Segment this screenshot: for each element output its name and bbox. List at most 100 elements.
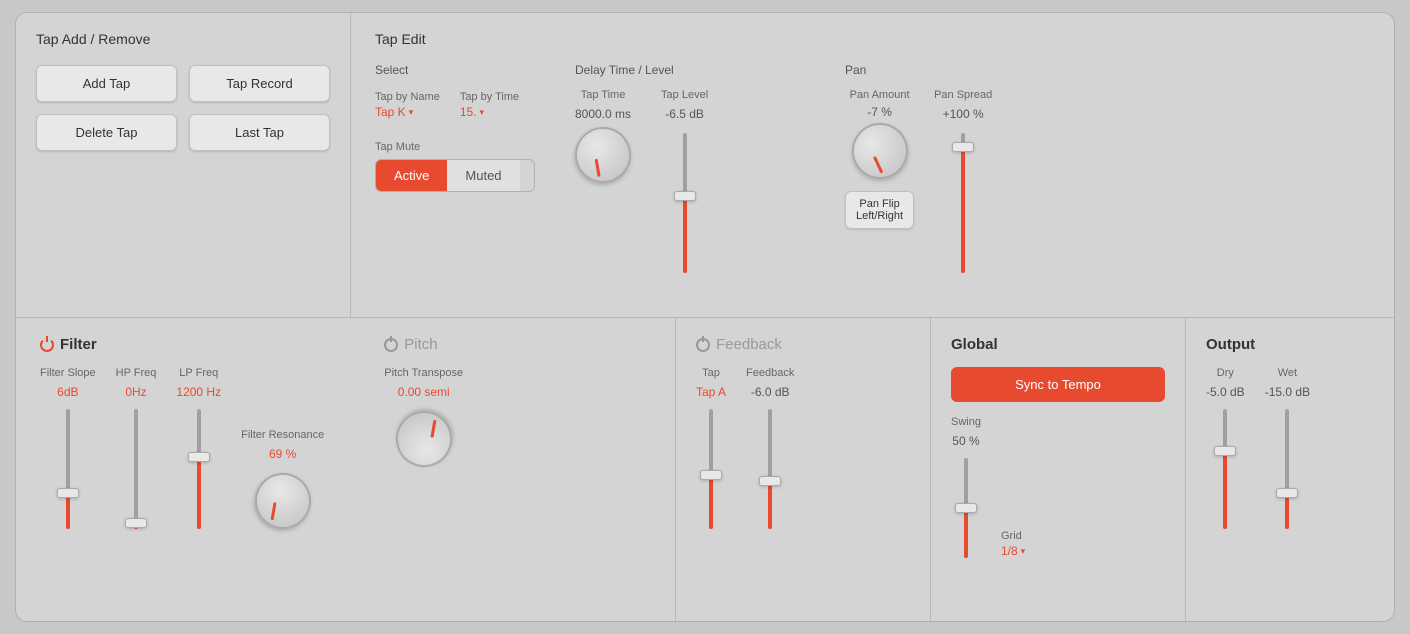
wet-thumb[interactable] [1276, 488, 1298, 498]
grid-arrow: ▾ [1021, 546, 1026, 557]
wet-control: Wet -15.0 dB [1265, 367, 1310, 529]
last-tap-button[interactable]: Last Tap [189, 114, 330, 151]
tap-level-slider-thumb[interactable] [674, 191, 696, 201]
global-panel: Global Sync to Tempo Swing 50 % Grid [931, 318, 1186, 621]
filter-slope-value: 6dB [57, 385, 78, 399]
feedback-title: Feedback [716, 336, 782, 353]
pitch-controls: Pitch Transpose 0.00 semi [384, 367, 463, 467]
dry-control: Dry -5.0 dB [1206, 367, 1245, 529]
pan-amount-label: Pan Amount [850, 89, 910, 101]
filter-resonance-knob[interactable] [244, 463, 320, 539]
filter-slope-control: Filter Slope 6dB [40, 367, 96, 529]
wet-label: Wet [1278, 367, 1297, 379]
filter-slope-thumb[interactable] [57, 488, 79, 498]
tap-by-time-arrow: ▾ [480, 107, 485, 118]
feedback-controls: Tap Tap A Feedback -6.0 dB [696, 367, 910, 529]
feedback-level-thumb[interactable] [759, 476, 781, 486]
wet-track[interactable] [1285, 409, 1289, 529]
pitch-subsection: Pitch Pitch Transpose 0.00 semi [384, 336, 463, 529]
tap-mute-label: Tap Mute [375, 141, 535, 153]
output-panel: Output Dry -5.0 dB Wet -15.0 dB [1186, 318, 1394, 621]
feedback-tap-track[interactable] [709, 409, 713, 529]
hp-freq-value: 0Hz [125, 385, 146, 399]
tap-level-value: -6.5 dB [665, 107, 704, 121]
swing-label: Swing [951, 416, 981, 428]
grid-label: Grid [1001, 530, 1025, 542]
active-toggle-button[interactable]: Active [376, 160, 447, 191]
pitch-title: Pitch [404, 336, 437, 353]
feedback-level-control: Feedback -6.0 dB [746, 367, 794, 529]
sync-to-tempo-button[interactable]: Sync to Tempo [951, 367, 1165, 402]
tap-record-button[interactable]: Tap Record [189, 65, 330, 102]
filter-resonance-value: 69 % [269, 447, 296, 461]
hp-freq-label: HP Freq [116, 367, 157, 379]
pitch-transpose-control: Pitch Transpose 0.00 semi [384, 367, 463, 467]
lp-freq-control: LP Freq 1200 Hz [176, 367, 221, 529]
select-section: Select Tap by Name Tap K ▾ Tap by Time [375, 63, 535, 192]
feedback-tap-label: Tap [702, 367, 720, 379]
feedback-tap-thumb[interactable] [700, 470, 722, 480]
hp-freq-track[interactable] [134, 409, 138, 529]
tap-level-slider-track[interactable] [683, 133, 687, 273]
pitch-transpose-label: Pitch Transpose [384, 367, 463, 379]
lp-freq-thumb[interactable] [188, 452, 210, 462]
feedback-header-row: Feedback [696, 336, 910, 353]
pan-amount-knob[interactable] [849, 121, 910, 182]
filter-resonance-control: Filter Resonance 69 % [241, 429, 324, 529]
tap-edit-panel: Tap Edit Select Tap by Name Tap K ▾ [351, 13, 1394, 317]
global-title: Global [951, 336, 1165, 353]
tap-level-label: Tap Level [661, 89, 708, 101]
tap-by-time-label: Tap by Time [460, 91, 519, 103]
pan-spread-value: +100 % [943, 107, 984, 121]
pitch-transpose-knob[interactable] [385, 401, 461, 477]
feedback-level-value: -6.0 dB [751, 385, 790, 399]
filter-title: Filter [60, 336, 97, 353]
tap-add-remove-buttons: Add Tap Tap Record Delete Tap Last Tap [36, 65, 330, 151]
pitch-transpose-value: 0.00 semi [398, 385, 450, 399]
grid-field: Grid 1/8 ▾ [1001, 530, 1025, 558]
add-tap-button[interactable]: Add Tap [36, 65, 177, 102]
tap-add-remove-panel: Tap Add / Remove Add Tap Tap Record Dele… [16, 13, 351, 317]
tap-by-name-arrow: ▾ [409, 107, 414, 118]
tap-mute-toggle: Active Muted [375, 159, 535, 192]
grid-value[interactable]: 1/8 ▾ [1001, 544, 1025, 558]
muted-toggle-button[interactable]: Muted [447, 160, 519, 191]
feedback-power-icon[interactable] [696, 338, 710, 352]
filter-pitch-panel: Filter Filter Slope 6dB HP Freq [16, 318, 676, 621]
tap-by-name-value[interactable]: Tap K ▾ [375, 105, 440, 119]
pan-section: Pan Pan Amount -7 % Pan Flip Left/Right … [845, 63, 1065, 273]
swing-thumb[interactable] [955, 503, 977, 513]
dry-track[interactable] [1223, 409, 1227, 529]
feedback-level-track[interactable] [768, 409, 772, 529]
pitch-header-row: Pitch [384, 336, 463, 353]
pan-spread-slider-track[interactable] [961, 133, 965, 273]
filter-subsection: Filter Filter Slope 6dB HP Freq [40, 336, 324, 529]
filter-controls: Filter Slope 6dB HP Freq 0Hz [40, 367, 324, 529]
pan-flip-button[interactable]: Pan Flip Left/Right [845, 191, 914, 229]
pan-controls-row: Pan Amount -7 % Pan Flip Left/Right Pan … [845, 89, 1065, 273]
main-container: Tap Add / Remove Add Tap Tap Record Dele… [15, 12, 1395, 622]
tap-time-value: 8000.0 ms [575, 107, 631, 121]
tap-edit-title: Tap Edit [375, 31, 1370, 47]
pan-spread-slider-thumb[interactable] [952, 142, 974, 152]
filter-power-icon[interactable] [40, 338, 54, 352]
output-controls: Dry -5.0 dB Wet -15.0 dB [1206, 367, 1374, 529]
swing-track[interactable] [964, 458, 968, 558]
top-section: Tap Add / Remove Add Tap Tap Record Dele… [16, 13, 1394, 318]
filter-slope-track[interactable] [66, 409, 70, 529]
lp-freq-track[interactable] [197, 409, 201, 529]
swing-value: 50 % [952, 434, 979, 448]
tap-by-time-value[interactable]: 15. ▾ [460, 105, 519, 119]
dry-thumb[interactable] [1214, 446, 1236, 456]
tap-time-knob[interactable] [571, 123, 636, 188]
tap-by-name-label: Tap by Name [375, 91, 440, 103]
hp-freq-thumb[interactable] [125, 518, 147, 528]
bottom-section: Filter Filter Slope 6dB HP Freq [16, 318, 1394, 621]
tap-edit-content: Select Tap by Name Tap K ▾ Tap by Time [375, 63, 1370, 273]
filter-resonance-label: Filter Resonance [241, 429, 324, 441]
delete-tap-button[interactable]: Delete Tap [36, 114, 177, 151]
pitch-power-icon[interactable] [384, 338, 398, 352]
delay-time-level-label: Delay Time / Level [575, 63, 805, 77]
tap-time-label: Tap Time [581, 89, 626, 101]
pan-spread-control: Pan Spread +100 % [934, 89, 992, 273]
